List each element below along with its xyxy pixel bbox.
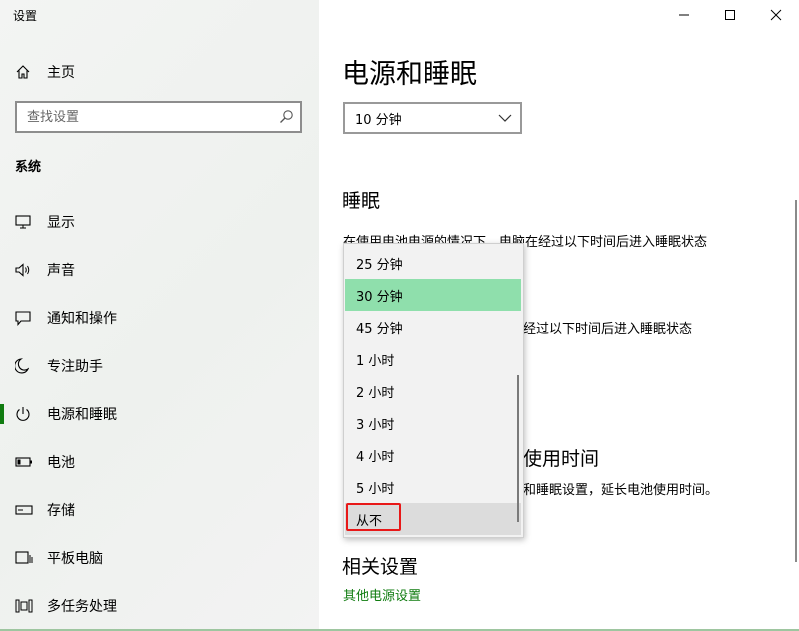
battery-icon <box>15 453 39 471</box>
dropdown-option[interactable]: 2 小时 <box>345 375 521 407</box>
dropdown-option[interactable]: 4 小时 <box>345 439 521 471</box>
maximize-button[interactable] <box>707 0 753 30</box>
dropdown-option[interactable]: 1 小时 <box>345 343 521 375</box>
sidebar-item-label: 多任务处理 <box>47 599 117 615</box>
search-input[interactable] <box>17 103 267 131</box>
minimize-icon <box>678 6 690 25</box>
window-scrollbar[interactable] <box>795 200 797 562</box>
chevron-down-icon <box>498 112 512 127</box>
battery-desc: 和睡眠设置，延长电池使用时间。 <box>523 483 719 498</box>
sidebar-item-label: 显示 <box>47 215 75 231</box>
sleep-heading: 睡眠 <box>342 190 381 212</box>
battery-heading: 使用时间 <box>523 448 600 470</box>
sidebar-item-tablet[interactable]: 平板电脑 <box>0 534 319 582</box>
dropdown-option[interactable]: 5 小时 <box>345 471 521 503</box>
sidebar-item-label: 通知和操作 <box>47 311 117 327</box>
monitor-icon <box>15 213 39 231</box>
search-icon[interactable] <box>278 109 294 129</box>
select-value: 10 分钟 <box>355 112 402 128</box>
multitask-icon <box>15 597 39 615</box>
dropdown-option[interactable]: 45 分钟 <box>345 311 521 343</box>
sidebar-item-storage[interactable]: 存储 <box>0 486 319 534</box>
close-icon <box>770 6 782 25</box>
page-title: 电源和睡眠 <box>342 59 477 90</box>
sidebar-item-sound[interactable]: 声音 <box>0 246 319 294</box>
tablet-icon <box>15 549 39 567</box>
minimize-button[interactable] <box>661 0 707 30</box>
moon-icon <box>15 357 39 375</box>
sidebar-item-label: 存储 <box>47 503 75 519</box>
dropdown-scrollbar[interactable] <box>517 375 519 522</box>
maximize-icon <box>724 6 736 25</box>
close-button[interactable] <box>753 0 799 30</box>
dropdown-option[interactable]: 25 分钟 <box>345 247 521 279</box>
notification-icon <box>15 309 39 327</box>
sidebar-item-battery[interactable]: 电池 <box>0 438 319 486</box>
app-title: 设置 <box>13 9 38 23</box>
sidebar-item-label: 平板电脑 <box>47 551 103 567</box>
additional-power-settings-link[interactable]: 其他电源设置 <box>343 585 421 604</box>
home-label: 主页 <box>47 65 75 81</box>
dropdown-option-selected[interactable]: 30 分钟 <box>345 279 521 311</box>
search-box[interactable] <box>15 101 302 133</box>
sidebar-item-label: 电池 <box>47 455 75 471</box>
sidebar-item-focus-assist[interactable]: 专注助手 <box>0 342 319 390</box>
sidebar-item-notifications[interactable]: 通知和操作 <box>0 294 319 342</box>
sidebar: 设置 主页 系统 显示 声音 通知和操作 <box>0 0 319 631</box>
sidebar-item-label: 声音 <box>47 263 75 279</box>
sidebar-item-power-sleep[interactable]: 电源和睡眠 <box>0 390 319 438</box>
speaker-icon <box>15 261 39 279</box>
related-settings-heading: 相关设置 <box>342 556 419 578</box>
section-title: 系统 <box>15 160 42 175</box>
dropdown-option[interactable]: 3 小时 <box>345 407 521 439</box>
home-nav-item[interactable]: 主页 <box>15 60 75 84</box>
storage-icon <box>15 501 39 519</box>
screen-timeout-select[interactable]: 10 分钟 <box>343 102 522 134</box>
home-icon <box>15 64 39 80</box>
sidebar-nav: 显示 声音 通知和操作 专注助手 电源和睡眠 电池 存储 平板电脑 多任务处理 <box>0 198 319 630</box>
sleep-plugged-desc: 经过以下时间后进入睡眠状态 <box>523 322 693 337</box>
power-icon <box>15 405 39 423</box>
sidebar-item-multitasking[interactable]: 多任务处理 <box>0 582 319 630</box>
dropdown-option-never[interactable]: 从不 <box>345 503 521 535</box>
sidebar-item-display[interactable]: 显示 <box>0 198 319 246</box>
sidebar-item-label: 专注助手 <box>47 359 103 375</box>
sleep-dropdown-list: 25 分钟 30 分钟 45 分钟 1 小时 2 小时 3 小时 4 小时 5 … <box>343 243 524 538</box>
sidebar-item-label: 电源和睡眠 <box>47 407 117 423</box>
